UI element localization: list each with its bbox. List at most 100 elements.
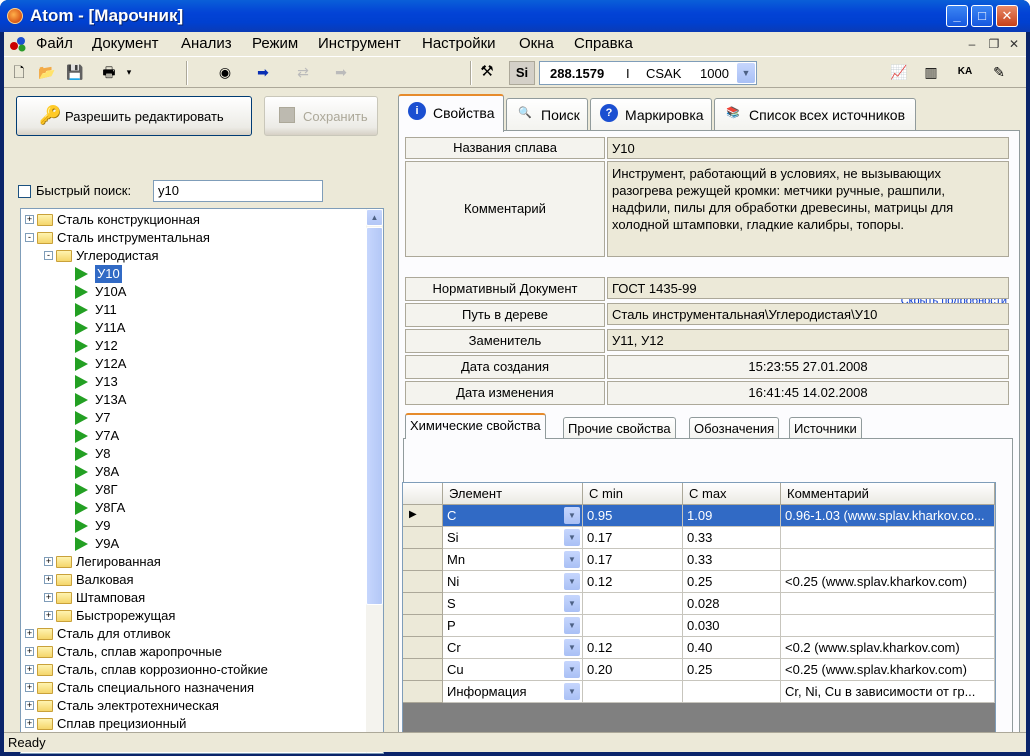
save-disk-icon[interactable]: 💾 — [64, 61, 86, 83]
tree-item[interactable]: + Сталь, сплав коррозионно-стойкие — [21, 661, 361, 679]
cmin-cell[interactable] — [583, 615, 683, 637]
cmin-cell[interactable] — [583, 593, 683, 615]
element-si-button[interactable]: Si — [509, 61, 535, 85]
chevron-down-icon[interactable]: ▼ — [564, 507, 580, 524]
tree-item[interactable]: У12А — [21, 355, 361, 373]
tree-item[interactable]: + Сталь конструкционная — [21, 211, 361, 229]
print-dropdown-icon[interactable]: ▾ — [122, 61, 136, 83]
tree-item[interactable]: У12 — [21, 337, 361, 355]
quick-search-input[interactable]: у10 — [153, 180, 323, 202]
expand-icon[interactable]: + — [25, 701, 34, 710]
comment-cell[interactable] — [781, 593, 995, 615]
tree-item[interactable]: + Легированная — [21, 553, 361, 571]
row-header[interactable] — [403, 659, 443, 681]
comment-value[interactable]: Инструмент, работающий в условиях, не вы… — [607, 161, 1009, 257]
element-cell[interactable]: C ▼ — [443, 505, 583, 527]
column-header[interactable]: C max — [683, 483, 781, 505]
chevron-down-icon[interactable]: ▼ — [564, 595, 580, 612]
comment-cell[interactable] — [781, 549, 995, 571]
expand-icon[interactable]: + — [44, 575, 53, 584]
menu-help[interactable]: Справка — [574, 35, 633, 52]
cmax-cell[interactable]: 0.25 — [683, 571, 781, 593]
expand-icon[interactable]: + — [25, 719, 34, 728]
tab-search[interactable]: 🔍 Поиск — [506, 98, 588, 130]
tree-item[interactable]: + Валковая — [21, 571, 361, 589]
maximize-button[interactable]: □ — [971, 5, 993, 27]
quick-search-checkbox[interactable] — [18, 185, 31, 198]
tree-item[interactable]: У10А — [21, 283, 361, 301]
expand-icon[interactable]: + — [25, 215, 34, 224]
tree-item[interactable]: - Углеродистая — [21, 247, 361, 265]
row-header[interactable] — [403, 615, 443, 637]
chevron-down-icon[interactable]: ▼ — [564, 683, 580, 700]
link-icon[interactable]: ⇄ — [288, 61, 318, 83]
cmin-cell[interactable] — [583, 681, 683, 703]
tree-item[interactable]: + Сталь, сплав жаропрочные — [21, 643, 361, 661]
minimize-button[interactable]: _ — [946, 5, 968, 27]
tree-item[interactable]: + Сплав прецизионный — [21, 715, 361, 733]
tree-item-selected[interactable]: У10 — [21, 265, 361, 283]
tree-item[interactable]: + Сталь электротехническая — [21, 697, 361, 715]
arrow-disabled-icon[interactable]: ➡ — [326, 61, 356, 83]
comment-cell[interactable]: <0.25 (www.splav.kharkov.com) — [781, 571, 995, 593]
tree-item[interactable]: У8ГА — [21, 499, 361, 517]
ka-icon[interactable]: KA — [952, 61, 978, 83]
menu-mode[interactable]: Режим — [252, 35, 298, 52]
normative-doc-value[interactable]: ГОСТ 1435-99 — [607, 277, 1009, 299]
chemistry-grid[interactable]: Элемент C min C max Комментарий ▶ C ▼ 0.95 1… — [402, 482, 996, 746]
chart-icon[interactable]: 📈 — [886, 61, 912, 83]
tree-item[interactable]: У8Г — [21, 481, 361, 499]
comment-cell[interactable]: <0.2 (www.splav.kharkov.com) — [781, 637, 995, 659]
menu-analysis[interactable]: Анализ — [181, 35, 232, 52]
element-cell[interactable]: P ▼ — [443, 615, 583, 637]
element-cell[interactable]: S ▼ — [443, 593, 583, 615]
tree-item[interactable]: У7А — [21, 427, 361, 445]
cmax-cell[interactable]: 1.09 — [683, 505, 781, 527]
mdi-restore-icon[interactable]: ❐ — [986, 36, 1002, 52]
expand-icon[interactable]: + — [44, 593, 53, 602]
chevron-down-icon[interactable]: ▼ — [564, 617, 580, 634]
tree-item[interactable]: У7 — [21, 409, 361, 427]
tree-item[interactable]: + Сталь для отливок — [21, 625, 361, 643]
app-icon[interactable] — [7, 8, 23, 24]
document-window-icon[interactable] — [9, 36, 27, 52]
tree-item[interactable]: У13 — [21, 373, 361, 391]
expand-icon[interactable]: + — [44, 557, 53, 566]
comment-cell[interactable] — [781, 527, 995, 549]
column-header[interactable]: Комментарий — [781, 483, 995, 505]
grade-tree[interactable]: + Сталь конструкционная - Сталь инструмента… — [20, 208, 384, 754]
tree-item[interactable]: У9 — [21, 517, 361, 535]
cmax-cell[interactable]: 0.40 — [683, 637, 781, 659]
comment-cell[interactable]: 0.96-1.03 (www.splav.kharkov.co... — [781, 505, 995, 527]
edit-lines-icon[interactable]: ✎ — [986, 61, 1012, 83]
tab-properties[interactable]: i Свойства — [398, 94, 504, 132]
subtab-chemical[interactable]: Химические свойства — [405, 413, 546, 439]
column-header[interactable]: Элемент — [443, 483, 583, 505]
scroll-up-icon[interactable]: ▲ — [366, 209, 383, 226]
tab-marking[interactable]: ? Маркировка — [590, 98, 712, 130]
row-header[interactable] — [403, 571, 443, 593]
chevron-down-icon[interactable]: ▼ — [564, 639, 580, 656]
save-button[interactable]: Сохранить — [264, 96, 378, 136]
element-cell[interactable]: Cr ▼ — [443, 637, 583, 659]
row-header[interactable] — [403, 527, 443, 549]
subtab-sources[interactable]: Источники — [789, 417, 862, 439]
cmin-cell[interactable]: 0.12 — [583, 571, 683, 593]
tree-item[interactable]: + Сталь специального назначения — [21, 679, 361, 697]
cmax-cell[interactable]: 0.25 — [683, 659, 781, 681]
row-header[interactable] — [403, 681, 443, 703]
element-cell[interactable]: Информация ▼ — [443, 681, 583, 703]
tree-item[interactable]: У11А — [21, 319, 361, 337]
mdi-minimize-icon[interactable]: – — [964, 36, 980, 52]
column-header[interactable]: C min — [583, 483, 683, 505]
cmin-cell[interactable]: 0.20 — [583, 659, 683, 681]
row-header[interactable] — [403, 549, 443, 571]
chevron-down-icon[interactable]: ▼ — [737, 63, 755, 83]
allow-edit-button[interactable]: 🔑 Разрешить редактировать — [16, 96, 252, 136]
cmin-cell[interactable]: 0.17 — [583, 549, 683, 571]
menu-settings[interactable]: Настройки — [422, 35, 496, 52]
tree-item[interactable]: У13А — [21, 391, 361, 409]
subtab-designations[interactable]: Обозначения — [689, 417, 780, 439]
row-header[interactable] — [403, 593, 443, 615]
subtab-other[interactable]: Прочие свойства — [563, 417, 676, 439]
